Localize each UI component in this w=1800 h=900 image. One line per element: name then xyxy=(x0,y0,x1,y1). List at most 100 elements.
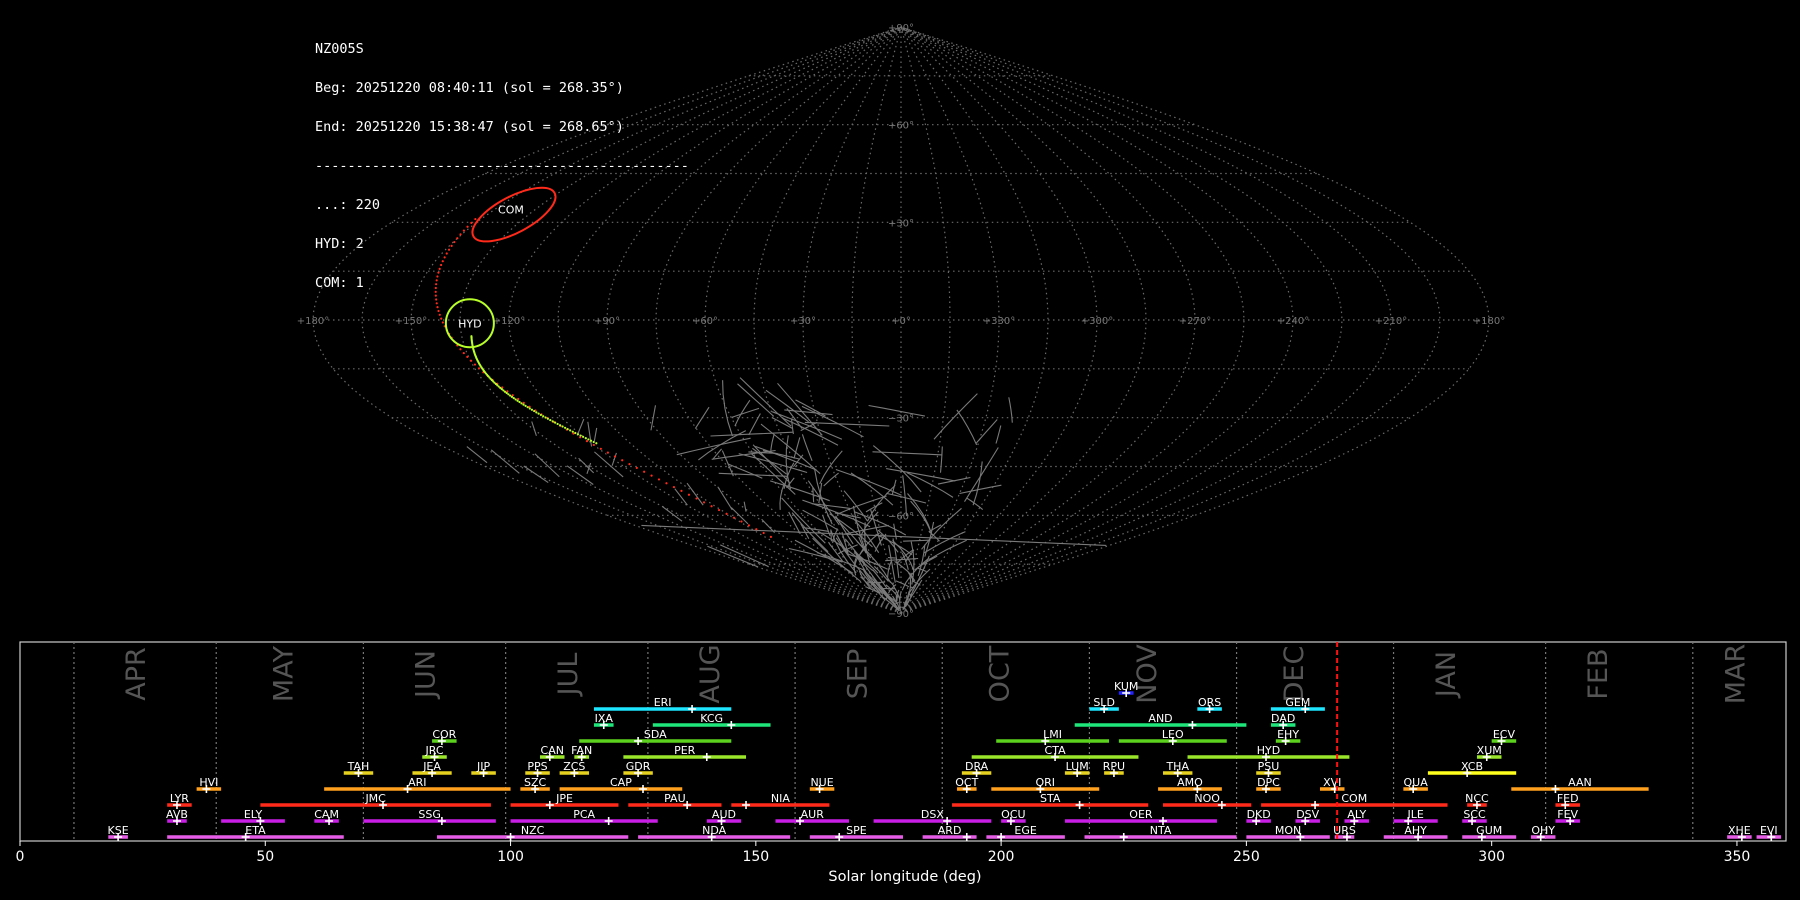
shower-label: GDR xyxy=(626,760,651,773)
month-label: JAN xyxy=(1431,651,1462,699)
trail-dot xyxy=(769,535,773,538)
com-radiant-label: COM xyxy=(498,204,524,217)
meteor-trail xyxy=(836,495,887,515)
ra-label: +180° xyxy=(297,316,329,327)
month-label: MAY xyxy=(268,645,299,702)
trail-dot xyxy=(450,244,453,247)
trail-dot xyxy=(526,406,529,409)
meteor-trail xyxy=(823,472,839,487)
trail-dot xyxy=(437,271,440,274)
trail-dot xyxy=(470,221,473,225)
meridian-line xyxy=(361,26,902,614)
shower-ors: ORS xyxy=(1197,696,1222,713)
shower-hvi: HVI xyxy=(196,776,222,793)
month-label: JUL xyxy=(553,653,584,698)
trail-dot xyxy=(556,422,559,426)
trail-dot xyxy=(441,260,444,263)
shower-xhe: XHE xyxy=(1727,824,1752,841)
shower-label: ETA xyxy=(245,824,266,837)
trail-dot xyxy=(566,428,569,431)
trail-dot xyxy=(755,528,758,531)
shower-label: PPS xyxy=(527,760,547,773)
shower-label: XCB xyxy=(1461,760,1483,773)
meteor-trail xyxy=(707,545,759,568)
shower-label: ERI xyxy=(654,696,672,709)
x-tick-label: 200 xyxy=(988,849,1015,865)
shower-label: CAP xyxy=(610,776,632,789)
shower-label: DKD xyxy=(1247,808,1271,821)
shower-gdr: GDR xyxy=(623,760,653,777)
ra-label: +210° xyxy=(1375,316,1407,327)
x-tick-label: 350 xyxy=(1724,849,1751,865)
shower-scc: SCC xyxy=(1462,808,1487,825)
trail-dot xyxy=(589,439,593,442)
trail-dot xyxy=(702,501,706,504)
hyd-radiant-label: HYD xyxy=(458,317,481,330)
trail-dot xyxy=(510,395,514,398)
shower-evi: EVI xyxy=(1756,824,1782,841)
trail-dot xyxy=(561,425,564,428)
trail-dot xyxy=(546,417,550,420)
meteor-trail xyxy=(902,579,923,610)
shower-avb: AVB xyxy=(166,808,188,825)
com-association-path xyxy=(434,217,773,538)
trail-dot xyxy=(453,240,456,244)
shower-label: FEV xyxy=(1557,808,1578,821)
meteor-trail xyxy=(887,556,896,559)
shower-label: OCU xyxy=(1001,808,1025,821)
trail-dot xyxy=(459,348,462,351)
shower-xvi: XVI xyxy=(1319,776,1345,793)
shower-label: PER xyxy=(674,744,696,757)
meteor-trail xyxy=(956,409,978,446)
shower-label: FAN xyxy=(571,744,592,757)
trail-dot xyxy=(606,451,609,454)
trail-dot xyxy=(587,438,590,441)
trail-dot xyxy=(469,359,473,362)
shower-label: SSG xyxy=(418,808,441,821)
shower-label: AMO xyxy=(1177,776,1203,789)
meteor-trail xyxy=(661,505,683,522)
meteor-trail xyxy=(578,457,595,474)
trail-dot xyxy=(717,508,721,512)
ra-label: +30° xyxy=(790,316,816,327)
shower-label: AAN xyxy=(1568,776,1592,789)
meteor-trail xyxy=(594,451,624,478)
meteor-trail xyxy=(676,437,751,456)
trail-dot xyxy=(438,313,441,316)
meteor-trail xyxy=(731,407,760,418)
shower-label: NCC xyxy=(1465,792,1489,805)
trail-dot xyxy=(434,290,437,293)
shower-label: DSX xyxy=(921,808,944,821)
shower-label: AVB xyxy=(166,808,188,821)
meteor-trail xyxy=(717,486,733,511)
shower-ehy: EHY xyxy=(1275,728,1301,745)
month-label: SEP xyxy=(842,649,873,699)
shower-label: RPU xyxy=(1103,760,1125,773)
trail-dot xyxy=(672,485,676,489)
meteor-trail xyxy=(490,449,520,474)
meteor-trail xyxy=(531,421,537,436)
meteor-trail xyxy=(893,523,897,540)
trail-dot xyxy=(544,416,547,419)
trail-dot xyxy=(445,252,448,255)
shower-label: EHY xyxy=(1277,728,1299,741)
meteor-trail xyxy=(586,462,592,474)
shower-label: COM xyxy=(1341,792,1367,805)
trail-dot xyxy=(592,443,595,447)
shower-szc: SZC xyxy=(520,776,550,793)
meteor-trail xyxy=(929,539,967,560)
shower-label: ORI xyxy=(1035,776,1055,789)
shower-label: LUM xyxy=(1066,760,1089,773)
x-tick-label: 300 xyxy=(1478,849,1505,865)
trail-dot xyxy=(518,400,521,404)
meteor-trail xyxy=(903,539,931,542)
shower-label: XVI xyxy=(1323,776,1341,789)
trail-dot xyxy=(549,418,552,422)
trail-dot xyxy=(438,267,441,270)
shower-label: NIA xyxy=(771,792,790,805)
month-label: OCT xyxy=(985,645,1016,702)
ra-label: +180° xyxy=(1473,316,1505,327)
shower-ocu: OCU xyxy=(1001,808,1026,825)
shower-cor: COR xyxy=(432,728,457,745)
meteor-trail xyxy=(611,452,617,466)
